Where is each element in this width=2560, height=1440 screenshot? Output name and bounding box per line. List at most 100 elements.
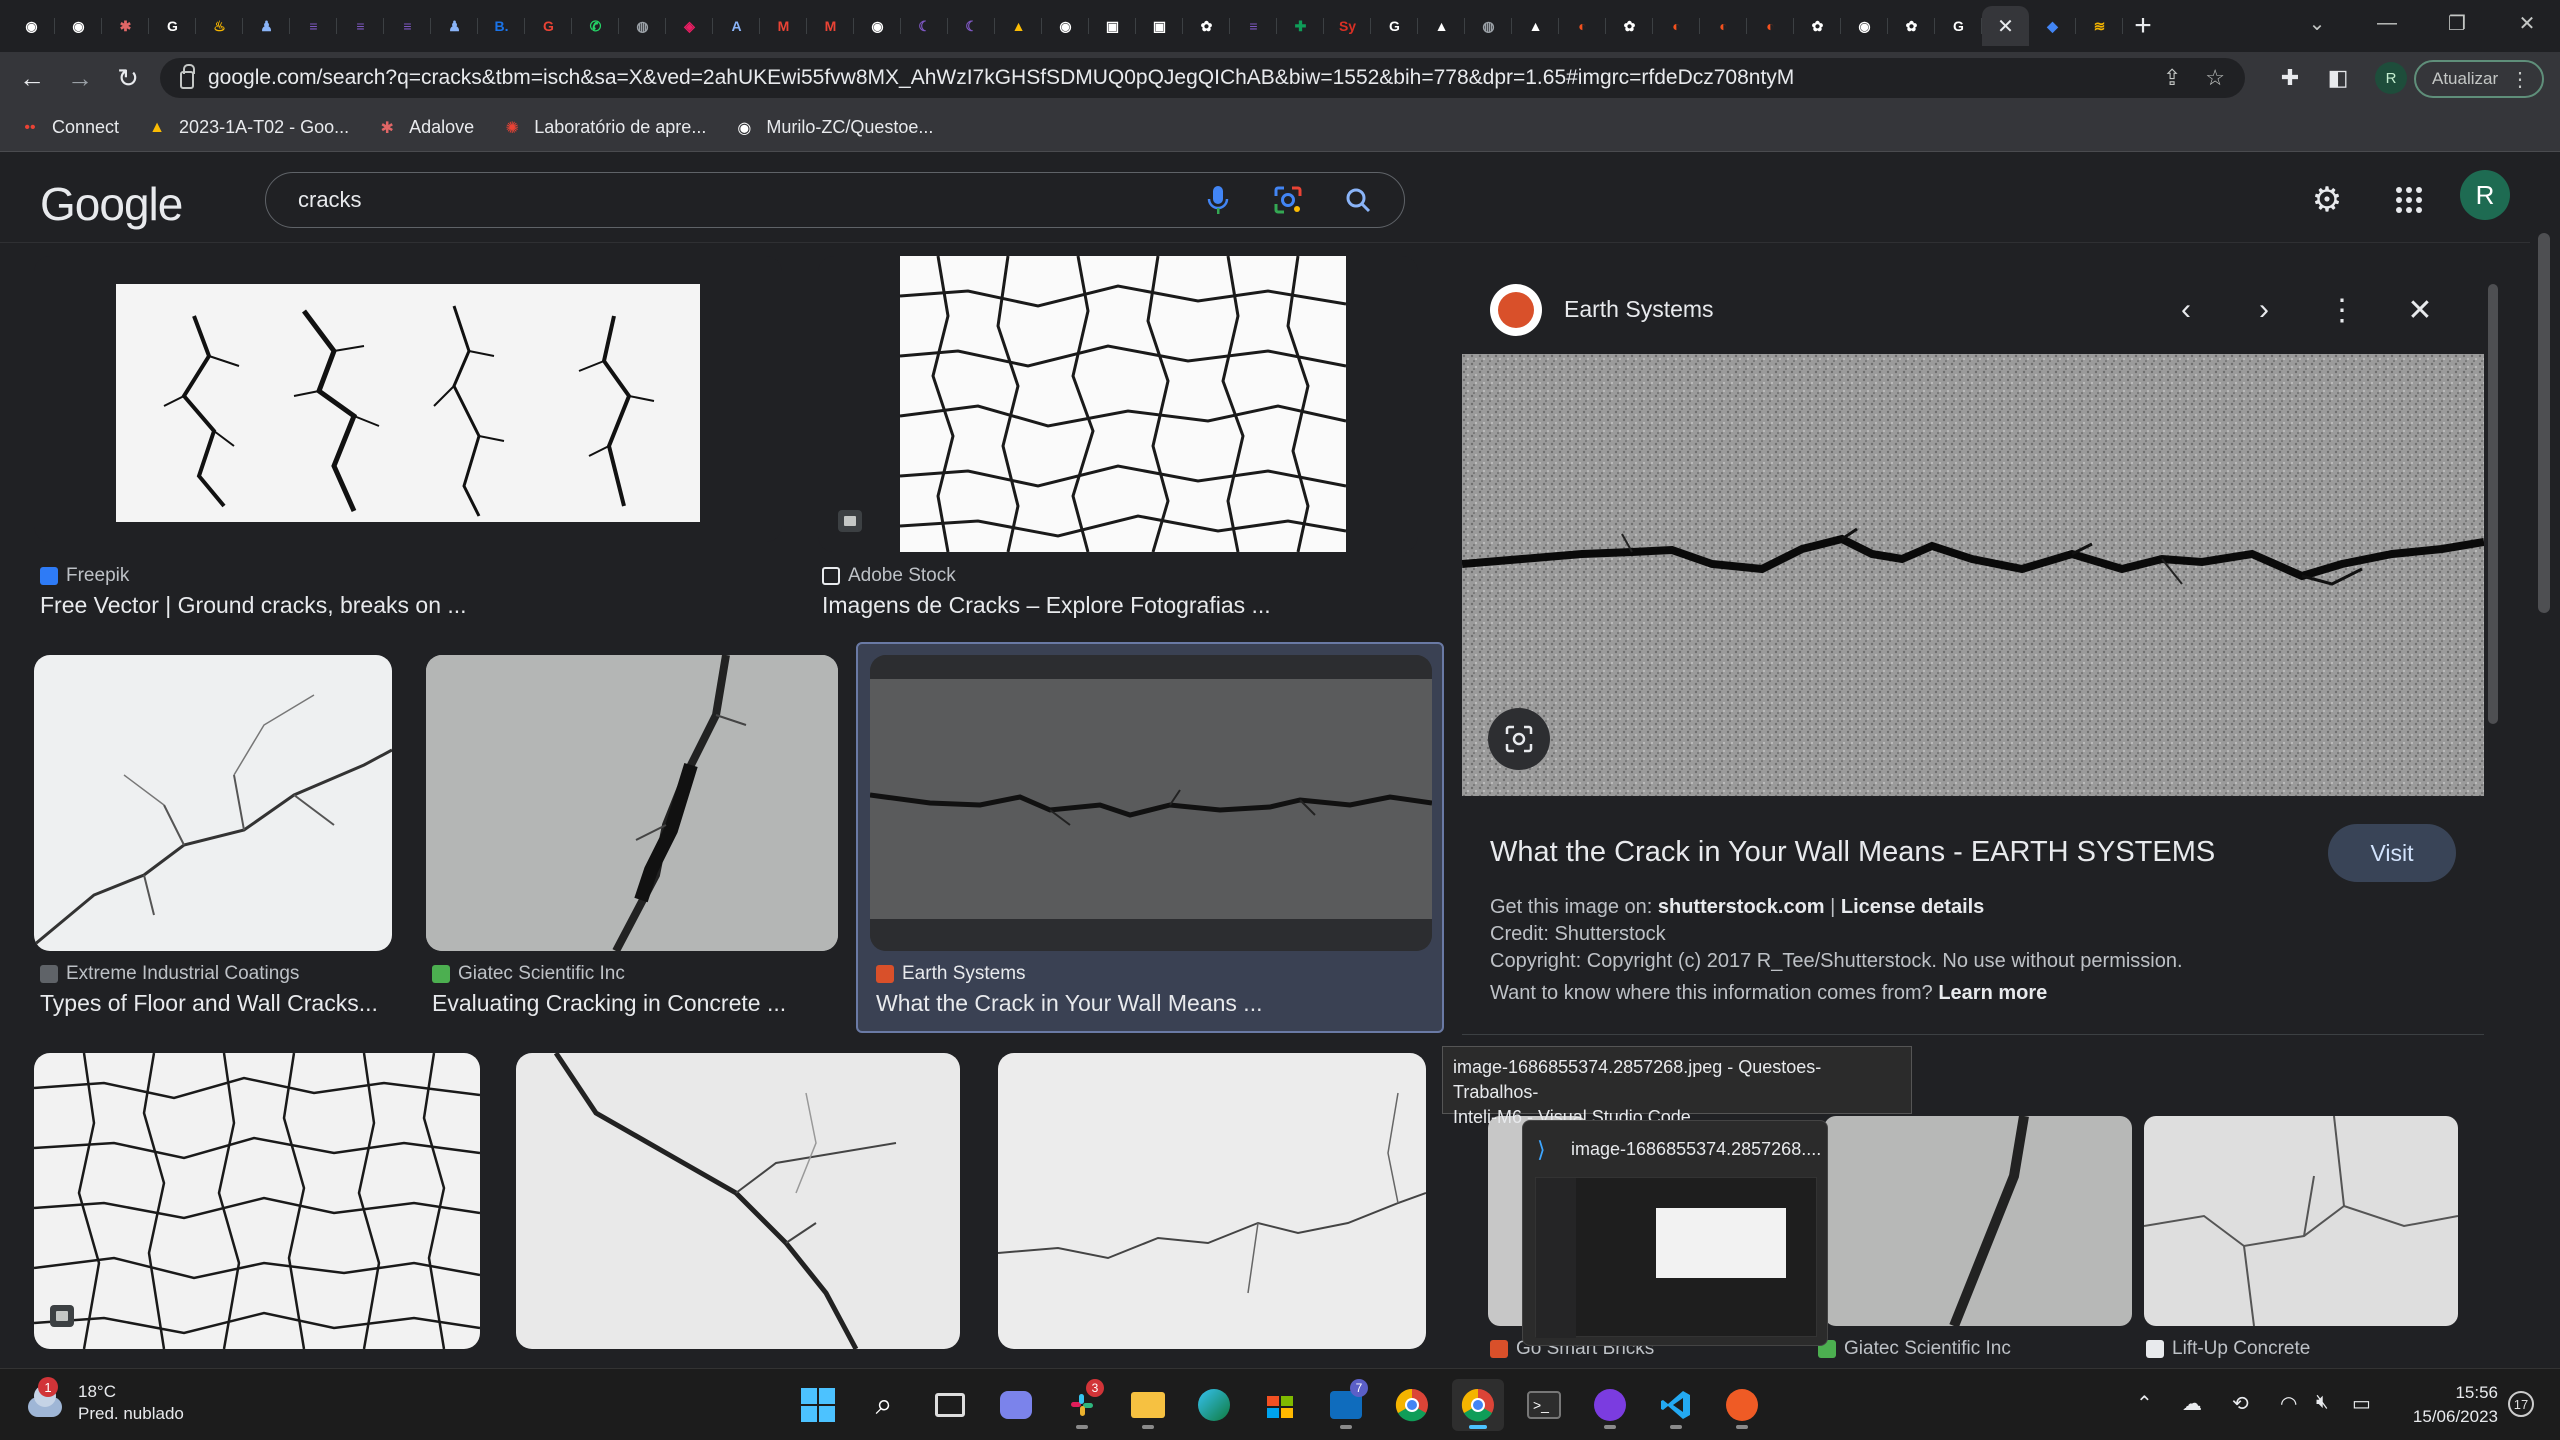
result-image-8[interactable]	[998, 1053, 1426, 1349]
page-scrollbar[interactable]	[2530, 153, 2560, 1365]
ms-store-icon[interactable]	[1254, 1379, 1306, 1431]
browser-tab[interactable]: ✿	[1183, 6, 1230, 46]
result-title-2[interactable]: Imagens de Cracks – Explore Fotografias …	[822, 592, 1271, 619]
wifi-icon[interactable]: ◠	[2280, 1391, 2297, 1416]
browser-tab[interactable]: ▣	[1089, 6, 1136, 46]
related-source-3[interactable]: Lift-Up Concrete	[2146, 1338, 2310, 1360]
lock-icon[interactable]	[180, 64, 195, 89]
onedrive-icon[interactable]: ☁	[2182, 1391, 2202, 1416]
panel-scrollbar[interactable]	[2486, 268, 2502, 1368]
browser-tab[interactable]: A	[713, 6, 760, 46]
edge-icon[interactable]	[1188, 1379, 1240, 1431]
result-image-3[interactable]	[34, 655, 392, 951]
previous-image-icon[interactable]: ‹	[2162, 286, 2210, 334]
google-logo[interactable]: Google	[40, 177, 183, 231]
result-source-1[interactable]: Freepik	[40, 565, 129, 587]
result-title-1[interactable]: Free Vector | Ground cracks, breaks on .…	[40, 592, 467, 619]
forward-icon[interactable]: →	[62, 60, 98, 96]
result-image-4[interactable]	[426, 655, 838, 951]
browser-tab[interactable]: ♟	[431, 6, 478, 46]
search-taskbar-icon[interactable]: ⌕	[858, 1379, 910, 1431]
browser-tab[interactable]: ♨	[196, 6, 243, 46]
bookmark-star-icon[interactable]: ☆	[2205, 65, 2225, 91]
vscode-taskbar-icon[interactable]	[1650, 1379, 1702, 1431]
browser-tab[interactable]: ◐	[1559, 6, 1606, 46]
browser-tab[interactable]: ✿	[1888, 6, 1935, 46]
browser-tab[interactable]: G	[1935, 6, 1982, 46]
browser-tab[interactable]: ≋	[2076, 6, 2123, 46]
close-tab-icon[interactable]: ✕	[1997, 14, 2014, 39]
result-source-4[interactable]: Giatec Scientific Inc	[432, 963, 625, 985]
battery-icon[interactable]: ▭	[2352, 1391, 2371, 1416]
browser-tab[interactable]: ◉	[55, 6, 102, 46]
reload-icon[interactable]: ↻	[110, 60, 146, 96]
new-tab-icon[interactable]: +	[2123, 6, 2163, 46]
start-menu-icon[interactable]	[792, 1379, 844, 1431]
browser-tab[interactable]: ▣	[1136, 6, 1183, 46]
update-button[interactable]: Atualizar ⋮	[2414, 60, 2544, 98]
next-image-icon[interactable]: ›	[2240, 286, 2288, 334]
browser-tab[interactable]: ✱	[102, 6, 149, 46]
notification-center-icon[interactable]: 17	[2508, 1391, 2534, 1417]
browser-tab[interactable]: ☾	[948, 6, 995, 46]
chrome-icon[interactable]	[1386, 1379, 1438, 1431]
license-details-link[interactable]: License details	[1841, 896, 1984, 918]
browser-tab[interactable]: ◐	[1700, 6, 1747, 46]
bookmark-item[interactable]: ✱ Adalove	[377, 117, 474, 138]
result-image-1[interactable]	[34, 256, 782, 542]
lens-search-icon[interactable]	[1488, 708, 1550, 770]
active-tab[interactable]: ✕	[1982, 6, 2029, 46]
result-title-3[interactable]: Types of Floor and Wall Cracks...	[40, 990, 378, 1017]
address-bar[interactable]: google.com/search?q=cracks&tbm=isch&sa=X…	[160, 58, 2245, 98]
browser-tab[interactable]: ♟	[243, 6, 290, 46]
tab-search-icon[interactable]: ⌄	[2282, 0, 2352, 46]
apps-grid-icon[interactable]	[2386, 177, 2432, 223]
show-hidden-icons-icon[interactable]: ⌃	[2136, 1391, 2153, 1416]
related-source-2[interactable]: Giatec Scientific Inc	[1818, 1338, 2011, 1360]
vscode-window-preview[interactable]: ⟩ image-1686855374.2857268....	[1522, 1120, 1828, 1346]
back-icon[interactable]: ←	[14, 60, 50, 96]
close-panel-icon[interactable]: ✕	[2396, 286, 2444, 334]
browser-tab[interactable]: ◆	[2029, 6, 2076, 46]
share-icon[interactable]: ⇪	[2163, 65, 2181, 91]
browser-tab[interactable]: ≡	[337, 6, 384, 46]
browser-tab[interactable]: ▲	[1512, 6, 1559, 46]
browser-tab[interactable]: ≡	[290, 6, 337, 46]
search-input[interactable]: cracks	[298, 187, 1194, 213]
browser-tab[interactable]: ✿	[1794, 6, 1841, 46]
panel-main-image[interactable]	[1462, 354, 2484, 796]
system-clock[interactable]: 15:56 15/06/2023	[2394, 1381, 2498, 1429]
browser-tab[interactable]: ◉	[8, 6, 55, 46]
browser-tab[interactable]: ≡	[384, 6, 431, 46]
panel-title[interactable]: What the Crack in Your Wall Means - EART…	[1490, 836, 2215, 869]
microphone-icon[interactable]	[1194, 185, 1242, 215]
browser-tab[interactable]: ▲	[995, 6, 1042, 46]
browser-tab[interactable]: ≡	[1230, 6, 1277, 46]
restore-icon[interactable]: ❐	[2422, 0, 2492, 46]
volume-muted-icon[interactable]: 🔇︎	[2316, 1391, 2329, 1414]
browser-tab[interactable]: ◉	[1042, 6, 1089, 46]
postman-icon[interactable]	[1716, 1379, 1768, 1431]
browser-tab[interactable]: Sy	[1324, 6, 1371, 46]
visit-button[interactable]: Visit	[2328, 824, 2456, 882]
browser-tab[interactable]: ◈	[666, 6, 713, 46]
browser-tab[interactable]: M	[760, 6, 807, 46]
result-image-5[interactable]	[870, 655, 1432, 951]
result-source-5[interactable]: Earth Systems	[876, 963, 1026, 985]
result-source-2[interactable]: Adobe Stock	[822, 565, 956, 587]
profile-button[interactable]: R	[2375, 62, 2407, 94]
minimize-icon[interactable]: —	[2352, 0, 2422, 46]
browser-tab[interactable]: ✆	[572, 6, 619, 46]
bookmark-item[interactable]: ✺ Laboratório de apre...	[502, 117, 707, 138]
weather-widget[interactable]: 1 18°C Pred. nublado	[24, 1377, 184, 1425]
browser-tab[interactable]: G	[149, 6, 196, 46]
result-title-5[interactable]: What the Crack in Your Wall Means ...	[876, 990, 1262, 1017]
bookmark-item[interactable]: ▲ 2023-1A-T02 - Goo...	[147, 117, 349, 138]
teams-chat-icon[interactable]	[990, 1379, 1042, 1431]
browser-tab[interactable]: ◍	[1465, 6, 1512, 46]
close-window-icon[interactable]: ✕	[2492, 0, 2560, 46]
shutterstock-link[interactable]: shutterstock.com	[1658, 896, 1825, 918]
result-image-7[interactable]	[516, 1053, 960, 1349]
browser-tab[interactable]: ✿	[1606, 6, 1653, 46]
account-avatar[interactable]: R	[2460, 170, 2510, 220]
